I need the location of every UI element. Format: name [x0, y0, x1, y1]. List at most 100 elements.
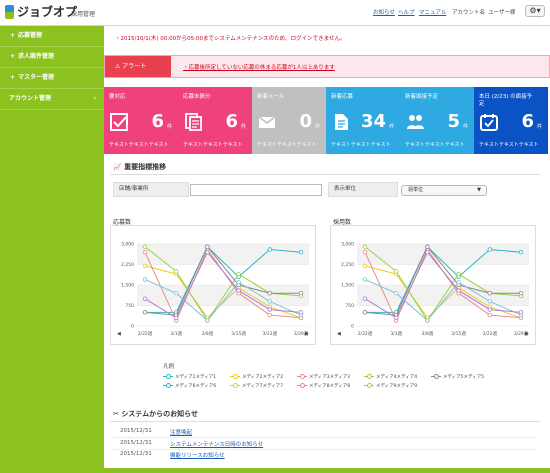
legend-item: メディア9メディア9 [364, 383, 417, 391]
tile-unit: 件 [240, 124, 246, 130]
legend-item: メディア3メディア3 [297, 374, 350, 382]
footer-bar [104, 468, 550, 473]
tile-label: 新着応募 [331, 94, 354, 100]
tile-footer: テキストテキストテキスト [405, 142, 465, 148]
news-separator [112, 437, 538, 438]
alert-banner: ⚠ アラート ・応募後所定していない応募の休まる応募が1人以上あります [104, 55, 550, 78]
tile-footer: テキストテキストテキスト [479, 142, 539, 148]
y-tick-label: 1,500 [341, 283, 354, 289]
data-point [205, 250, 210, 255]
data-point [518, 250, 524, 255]
tile-label-cont: 定 [479, 101, 485, 107]
y-tick-label: 1,500 [121, 283, 134, 289]
sidebar-item-label: 求人案件管理 [18, 53, 55, 60]
stat-tile[interactable]: 新着応募 34 件テキストテキストテキスト [326, 87, 400, 154]
prev-arrow-icon: ◀ [337, 331, 341, 337]
data-point [267, 247, 272, 252]
mail-icon [258, 113, 276, 131]
news-link[interactable]: 注意喚起 [170, 428, 192, 436]
legend-label: メディア7メディア7 [242, 384, 284, 389]
y-tick-label: 2,250 [341, 262, 354, 268]
app-logo[interactable]: ジョブオプ 採用管理 [5, 4, 105, 24]
data-point [267, 290, 272, 296]
calendar-icon [480, 113, 498, 131]
news-title-text: システムからのお知らせ [121, 410, 198, 418]
legend-label: メディア2メディア2 [242, 375, 284, 380]
x-tick-label: 3/1週 [390, 330, 402, 337]
sidebar-item-account[interactable]: アカウント管理 › [0, 89, 104, 110]
tile-footer: テキストテキストテキスト [183, 142, 243, 148]
stat-tile[interactable]: 新着面接予定 5 件テキストテキストテキスト [400, 87, 474, 154]
maintenance-notice: ・2015/10/1(木) 00:00から05:00までシステムメンテナンスのた… [115, 36, 346, 42]
data-point [298, 310, 304, 315]
app-header: ジョブオプ 採用管理 お知らせ ヘルプ マニュアル アカウント名 ユーザー様 ⚙… [0, 0, 550, 26]
data-point [425, 318, 430, 323]
tile-value: 6 [521, 111, 534, 132]
data-point [205, 318, 210, 323]
news-link[interactable]: システムメンテナンス日時のお知らせ [170, 440, 263, 448]
legend-label: メディア8メディア8 [309, 384, 351, 389]
y-tick-label: 0 [351, 324, 354, 330]
data-point [393, 269, 399, 274]
y-tick-label: 750 [345, 303, 354, 309]
manual-link[interactable]: マニュアル [419, 8, 446, 16]
sidebar-item-jobs[interactable]: + 求人案件管理 [0, 47, 104, 68]
next-arrow-icon: ▶ [525, 331, 529, 337]
data-point [267, 307, 272, 312]
data-point [456, 271, 461, 277]
alert-label-text: アラート [122, 63, 147, 70]
legend-item: メディア4メディア4 [364, 374, 417, 382]
chevron-down-icon: ▼ [477, 187, 481, 193]
legend-item: メディア8メディア8 [297, 383, 350, 391]
store-filter-input[interactable] [190, 184, 322, 196]
help-link[interactable]: ヘルプ [398, 8, 415, 16]
data-point [456, 288, 461, 293]
alert-message-link[interactable]: ・応募後所定していない応募の休まる応募が1人以上あります [183, 63, 335, 71]
plus-icon: + [10, 74, 16, 81]
brand-name: ジョブオプ [17, 5, 78, 19]
stat-tile[interactable]: 本日 (2/23) の面接予定 6 件テキストテキストテキスト [474, 87, 548, 154]
gear-icon[interactable]: ⚙▾ [525, 5, 545, 17]
next-arrow-icon: ▶ [305, 331, 309, 337]
tile-footer: テキストテキストテキスト [331, 142, 391, 148]
data-point [487, 247, 492, 252]
y-tick-label: 2,250 [121, 262, 134, 268]
notice-link[interactable]: お知らせ [373, 8, 395, 16]
data-point [236, 288, 241, 293]
chart-hires-svg: 3,000 2,250 1,500 750 0 2/22週 3/1週 3/8週 3/15週 3/2… [337, 242, 529, 337]
legend-item: メディア2メディア2 [230, 374, 283, 382]
tile-unit: 件 [166, 124, 172, 130]
data-point [205, 244, 210, 249]
data-point [236, 280, 241, 285]
data-point [236, 271, 241, 277]
x-tick-label: 2/22週 [138, 330, 153, 337]
stat-tile[interactable]: 新着メール 0 件テキストテキストテキスト [252, 87, 326, 154]
sidebar-item-master[interactable]: + マスター管理 [0, 68, 104, 89]
tile-unit: 件 [462, 124, 468, 130]
legend-item: メディア6メディア6 [163, 383, 216, 391]
x-tick-label: 3/8週 [202, 330, 214, 337]
unit-select[interactable]: 週単位 ▼ [401, 185, 487, 196]
x-tick-label: 3/22週 [482, 330, 497, 337]
chart-trend-icon: 📈 [113, 163, 125, 171]
chart-hires: 3,000 2,250 1,500 750 0 2/22週 3/1週 3/8週 3/15週 3/2… [330, 225, 536, 345]
data-point [393, 315, 399, 320]
legend-item: メディア1メディア1 [163, 374, 216, 382]
stat-tile[interactable]: 応募未振分 6 件テキストテキストテキスト [178, 87, 252, 154]
data-point [487, 299, 492, 304]
legend-swatch [364, 374, 374, 379]
data-point [267, 312, 272, 318]
tile-value: 0 [299, 111, 312, 132]
document-icon [184, 113, 202, 131]
tile-value: 5 [447, 111, 460, 132]
people-icon [406, 113, 424, 131]
tile-footer: テキストテキストテキスト [257, 142, 317, 148]
file-icon [332, 113, 350, 131]
data-point [362, 310, 368, 315]
news-link[interactable]: 機能リリースお知らせ [170, 451, 225, 459]
data-point [518, 290, 524, 296]
alert-label: ⚠ アラート [105, 56, 171, 77]
data-point [425, 244, 430, 249]
stat-tile[interactable]: 要対応 6 件テキストテキストテキスト [104, 87, 178, 154]
sidebar-item-applications[interactable]: + 応募管理 [0, 26, 104, 47]
